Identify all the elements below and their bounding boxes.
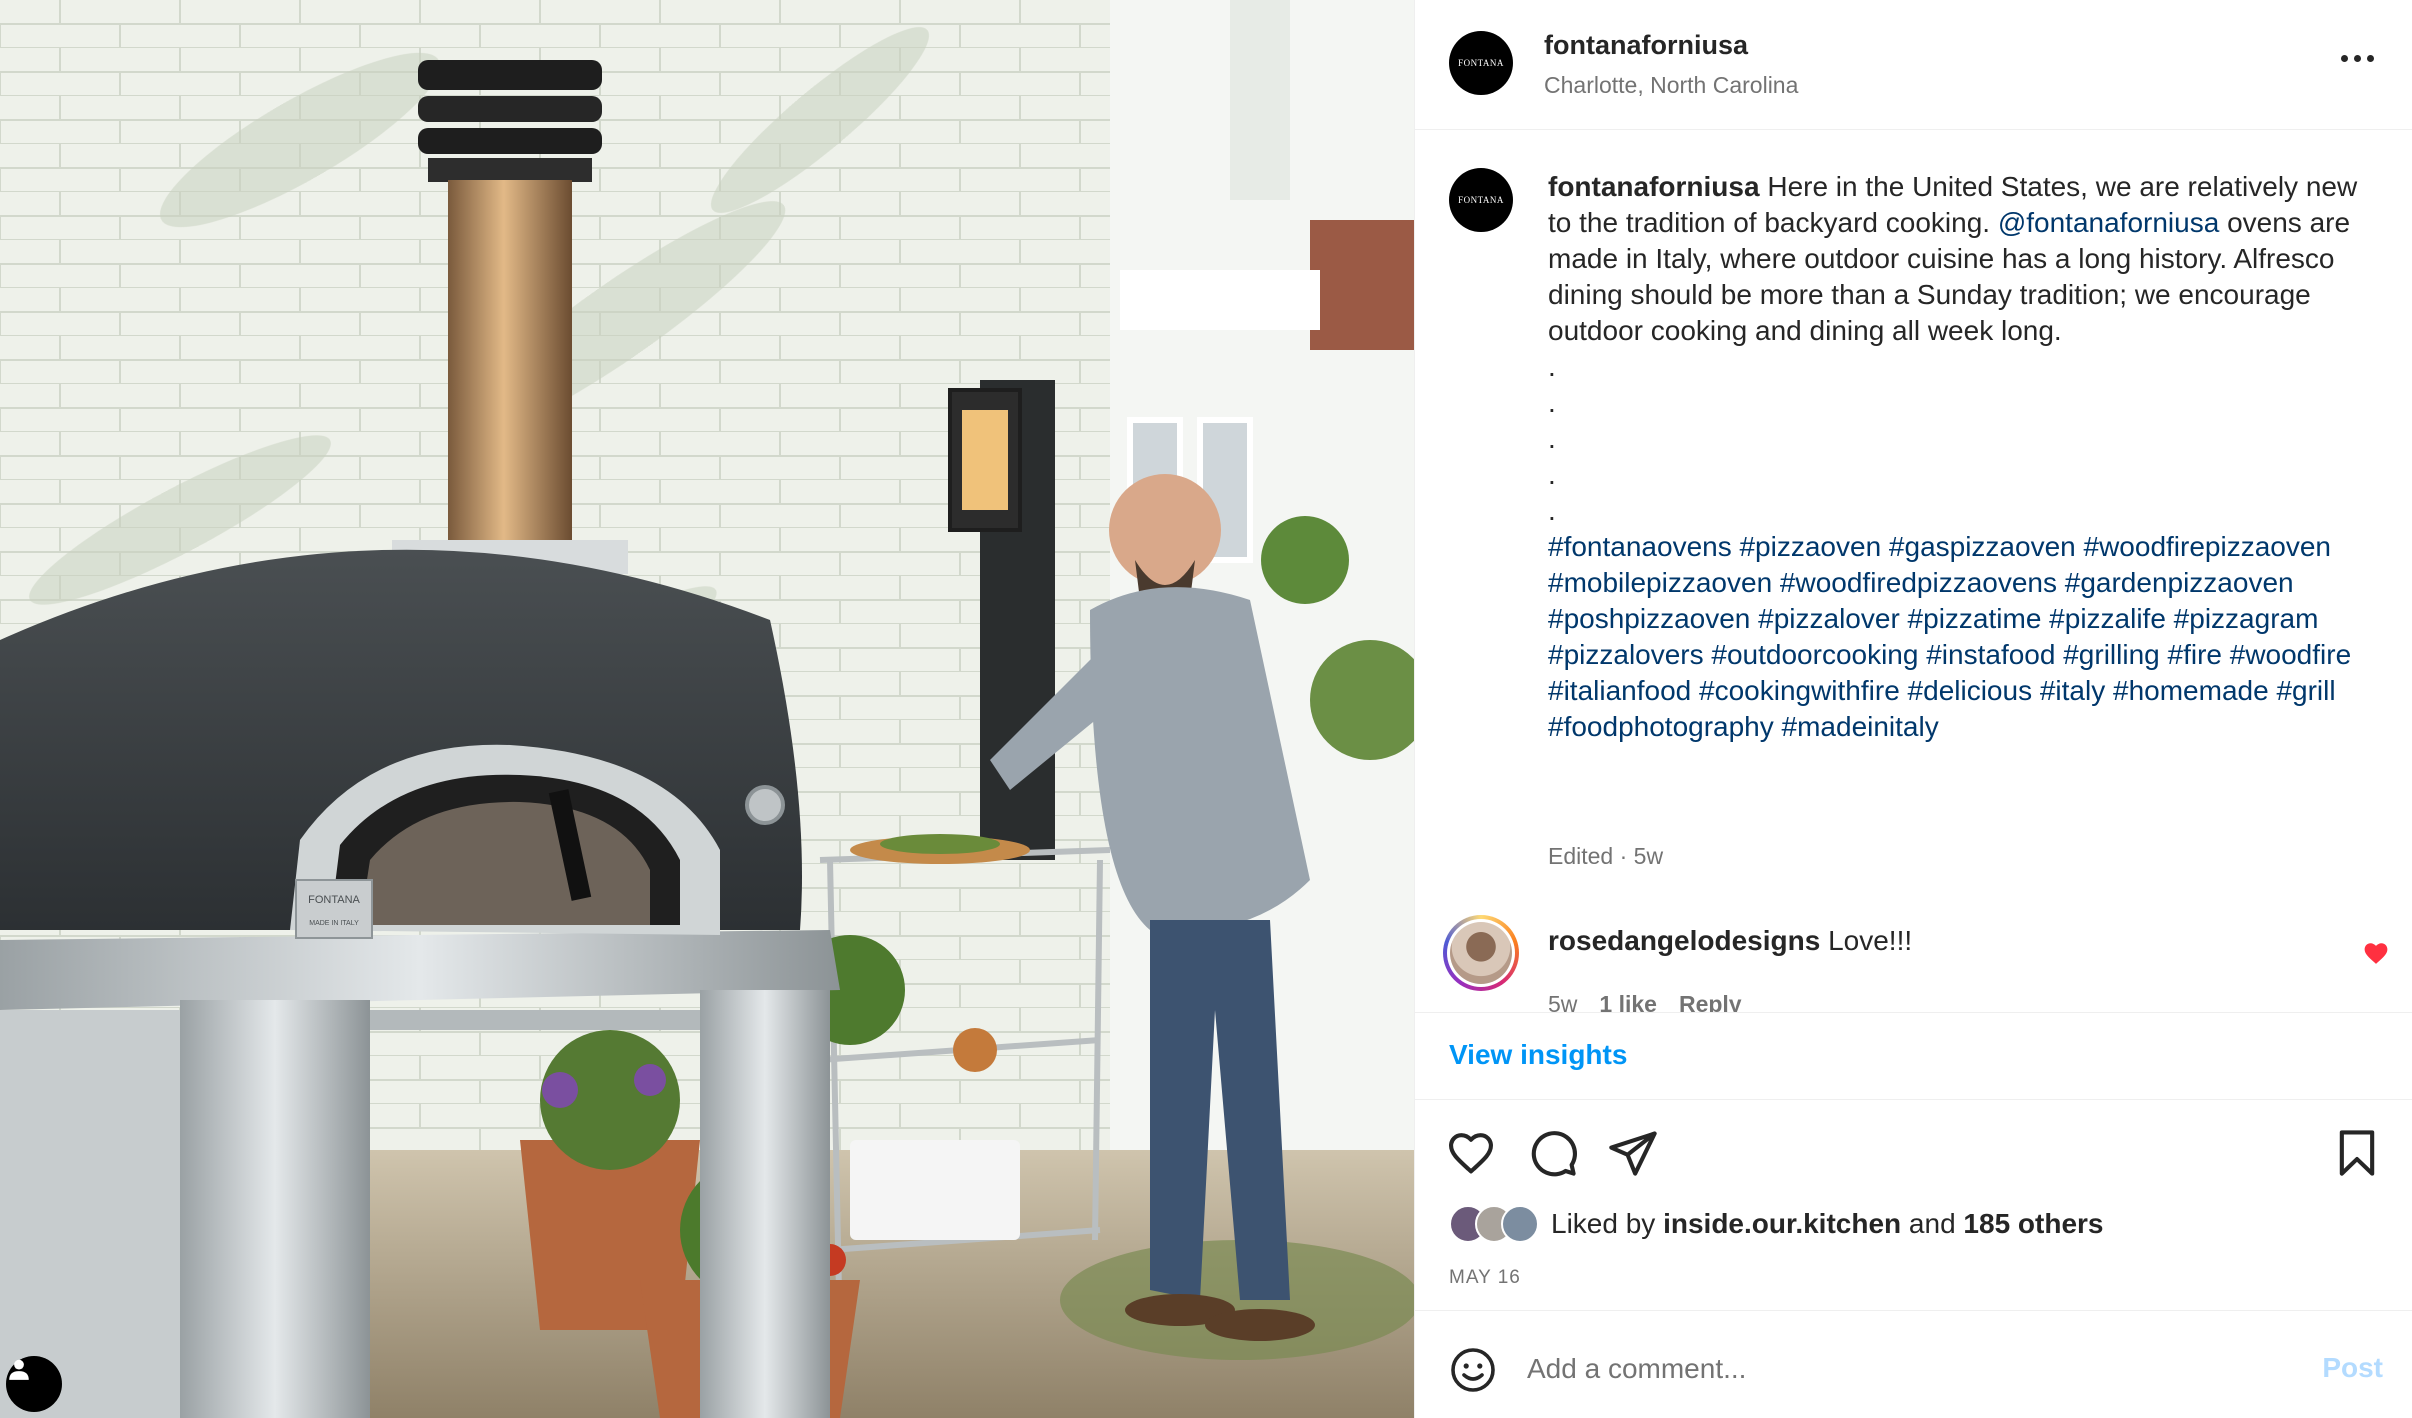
liked-by-and: and xyxy=(1908,1208,1956,1239)
post-photo[interactable]: FONTANA MADE IN ITALY xyxy=(0,0,1414,1418)
more-options-icon[interactable] xyxy=(2341,52,2377,64)
oven-badge-sub: MADE IN ITALY xyxy=(309,920,359,927)
add-comment-bar: Post xyxy=(1415,1312,2412,1418)
post-location[interactable]: Charlotte, North Carolina xyxy=(1544,72,1798,99)
comment-text: Love!!! xyxy=(1828,925,1913,956)
view-insights-link[interactable]: View insights xyxy=(1449,1039,1627,1071)
comments-section[interactable]: FONTANA fontanaforniusa Here in the Unit… xyxy=(1415,131,2412,1012)
photo-illustration: FONTANA MADE IN ITALY xyxy=(0,0,1414,1418)
post-header: FONTANA fontanaforniusa Charlotte, North… xyxy=(1415,0,2412,130)
avatar-logo-text: FONTANA xyxy=(1458,58,1504,68)
comment-like-heart-icon[interactable] xyxy=(2363,941,2389,965)
liker-avatar xyxy=(1501,1205,1539,1243)
share-send-icon[interactable] xyxy=(1607,1127,1659,1179)
comment-likes[interactable]: 1 like xyxy=(1599,991,1657,1012)
add-comment-input[interactable] xyxy=(1527,1342,2247,1396)
commenter-username[interactable]: rosedangelodesigns xyxy=(1548,925,1820,956)
tagged-users-icon[interactable] xyxy=(6,1356,62,1412)
comment-line: rosedangelodesigns Love!!! xyxy=(1548,925,1912,957)
liked-by-others[interactable]: 185 others xyxy=(1963,1208,2103,1240)
liked-by-label: Liked by xyxy=(1551,1208,1656,1239)
post-actions: Liked by inside.our.kitchen and 185 othe… xyxy=(1415,1101,2412,1311)
insights-bar: View insights xyxy=(1415,1012,2412,1100)
comment-age: 5w xyxy=(1548,991,1578,1012)
likes-summary[interactable]: Liked by inside.our.kitchen and 185 othe… xyxy=(1449,1205,2104,1243)
author-username[interactable]: fontanaforniusa xyxy=(1544,30,1748,61)
post-comment-button[interactable]: Post xyxy=(2322,1352,2383,1384)
caption-meta: Edited · 5w xyxy=(1548,843,1664,869)
caption-dots: . . . . . xyxy=(1548,351,1556,526)
post-detail-panel: FONTANA fontanaforniusa Charlotte, North… xyxy=(1414,0,2412,1418)
save-bookmark-icon[interactable] xyxy=(2331,1127,2383,1179)
caption-hashtags[interactable]: #fontanaovens #pizzaoven #gaspizzaoven #… xyxy=(1548,529,2368,745)
emoji-smiley-icon[interactable] xyxy=(1449,1346,1497,1394)
author-avatar[interactable]: FONTANA xyxy=(1449,31,1513,95)
comment-bubble-icon[interactable] xyxy=(1527,1127,1579,1179)
caption-age: 5w xyxy=(1633,843,1664,869)
liker-avatars xyxy=(1449,1205,1539,1243)
commenter-avatar[interactable] xyxy=(1443,915,1519,991)
user-icon xyxy=(9,1359,29,1380)
comment-reply-button[interactable]: Reply xyxy=(1679,991,1742,1012)
like-heart-icon[interactable] xyxy=(1445,1127,1497,1179)
edited-label: Edited xyxy=(1548,843,1614,869)
post-caption: fontanaforniusa Here in the United State… xyxy=(1548,169,2368,745)
comment-meta: 5w 1 like Reply xyxy=(1548,991,1742,1012)
post-date[interactable]: MAY 16 xyxy=(1449,1267,1521,1289)
comment-item: rosedangelodesigns Love!!! 5w 1 like Rep… xyxy=(1415,131,2412,1012)
oven-badge-brand: FONTANA xyxy=(308,894,360,906)
liked-by-user[interactable]: inside.our.kitchen xyxy=(1663,1208,1901,1240)
